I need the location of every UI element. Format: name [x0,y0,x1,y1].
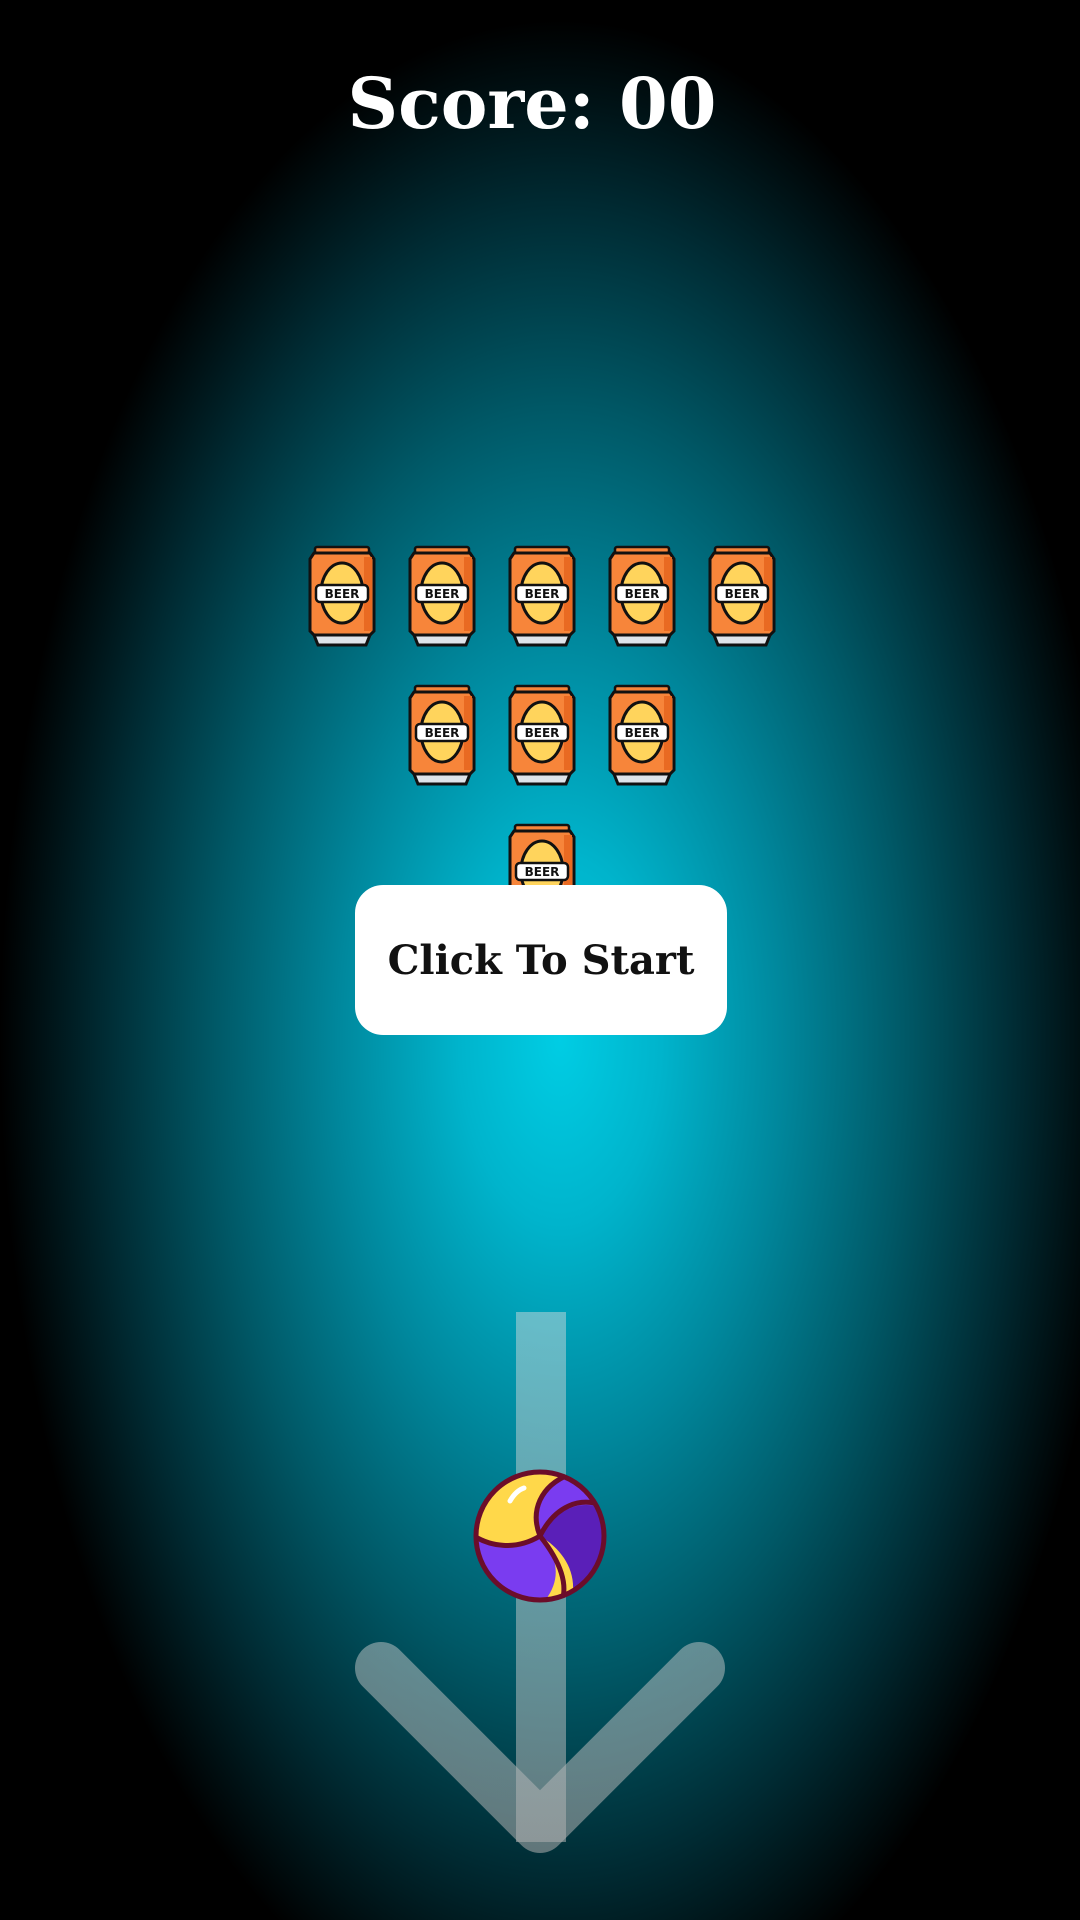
game-stage[interactable]: Score: 00 Click To Start [0,0,1080,1920]
start-button[interactable]: Click To Start [355,885,727,1035]
volleyball-icon[interactable] [470,1466,610,1606]
